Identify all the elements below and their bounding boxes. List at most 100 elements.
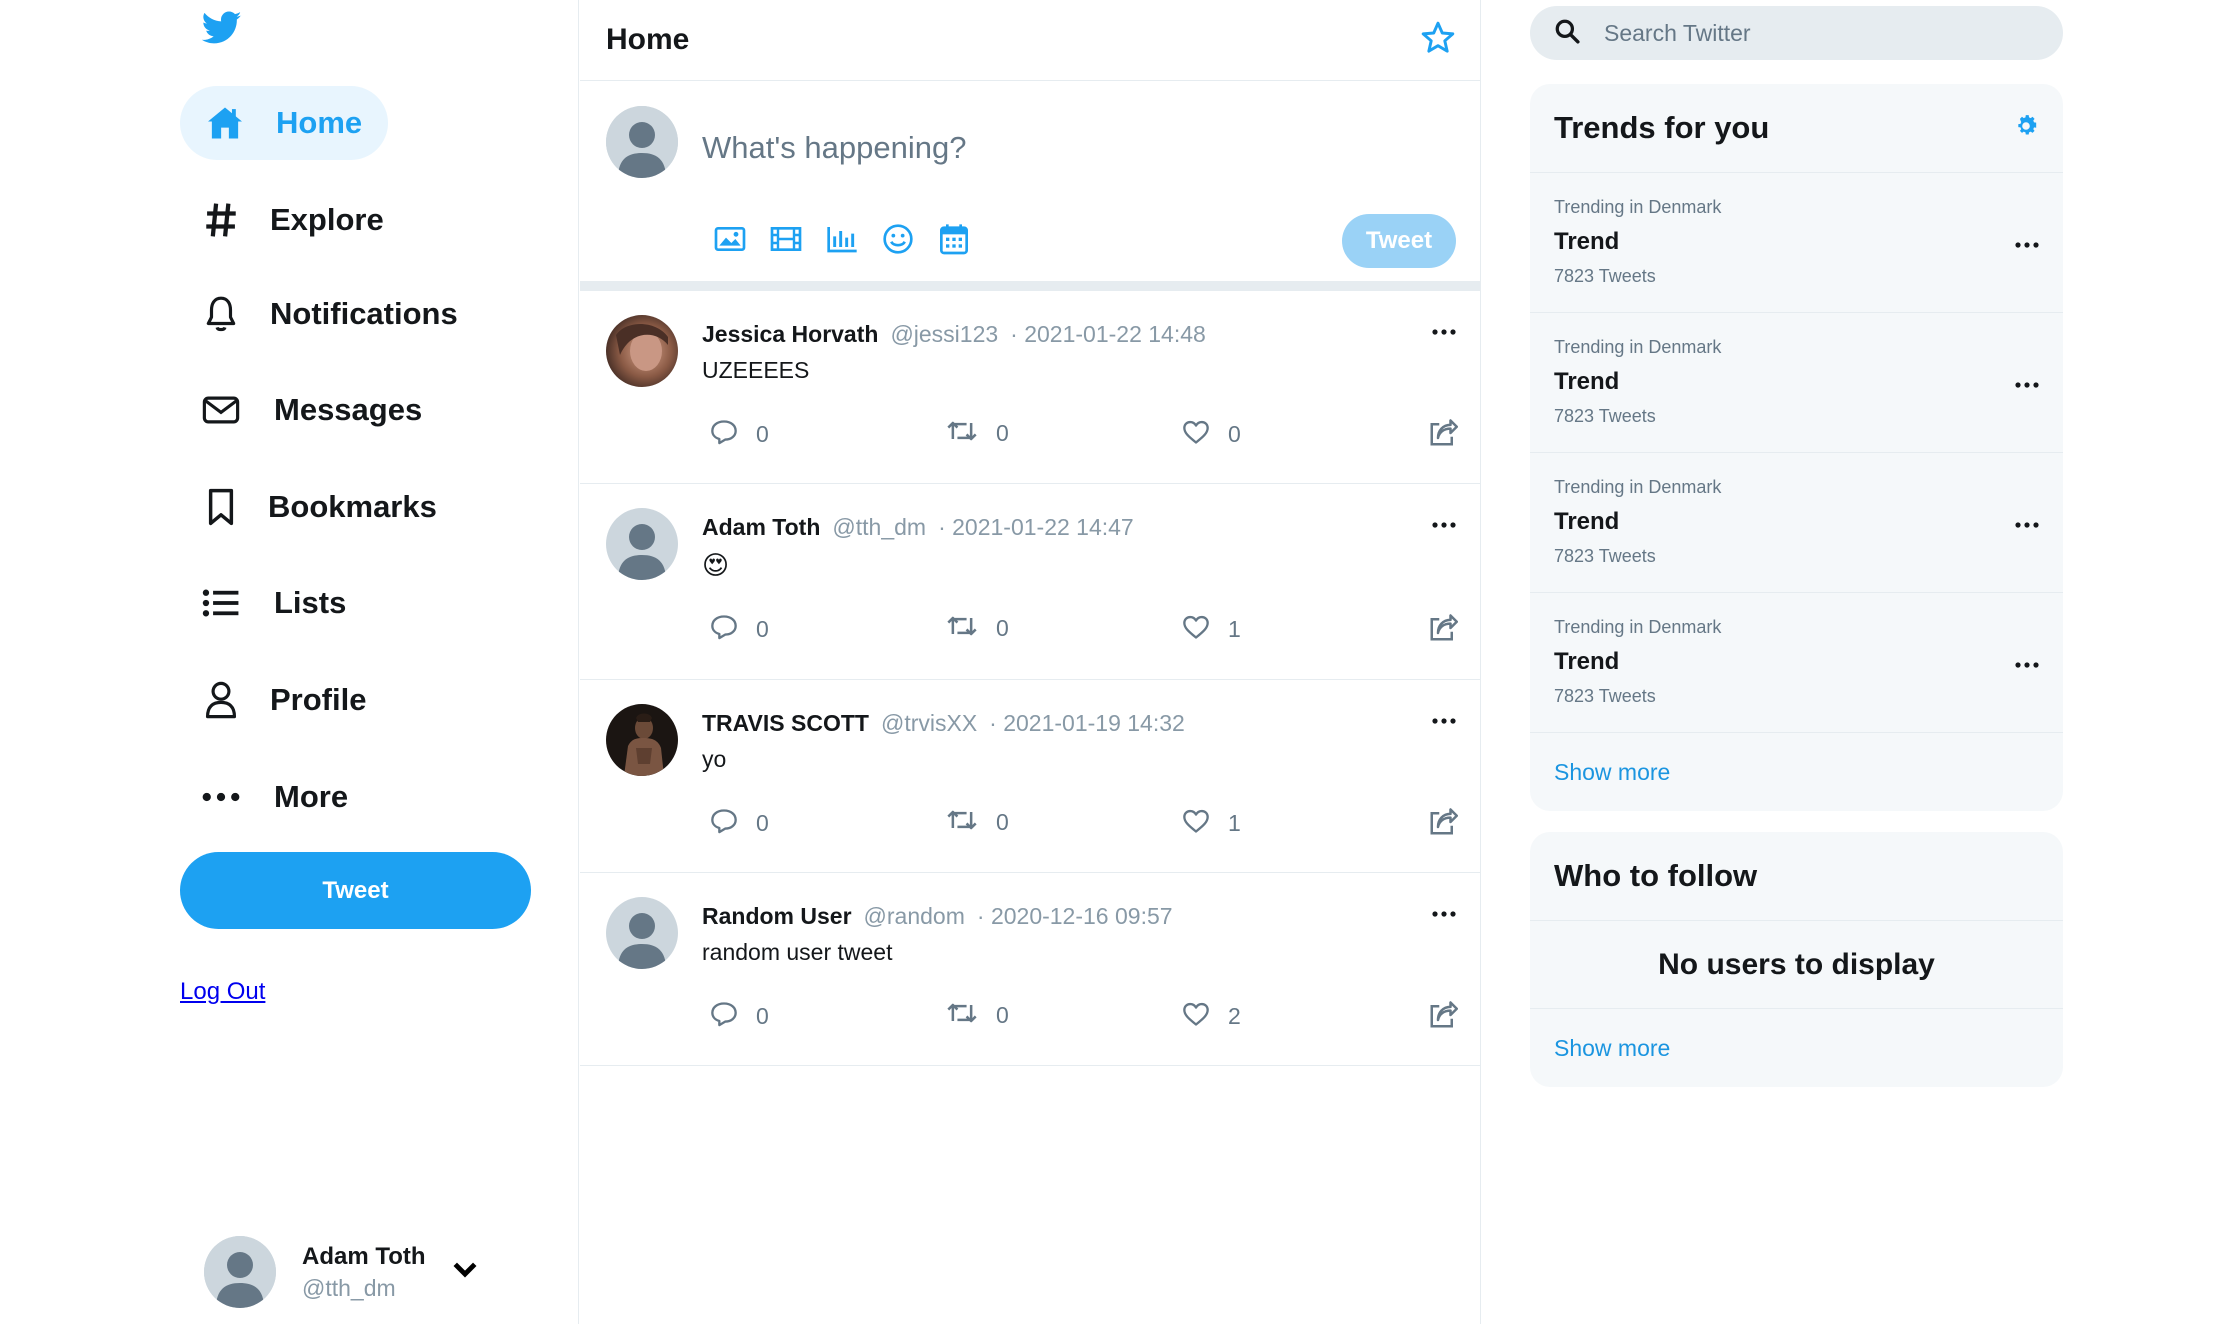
sidebar-item-messages[interactable]: Messages bbox=[180, 373, 448, 447]
logout-link[interactable]: Log Out bbox=[180, 978, 265, 1006]
reply-button[interactable]: 0 bbox=[710, 614, 769, 645]
tweet-item[interactable]: Random User @random · 2020-12-16 09:57 r… bbox=[580, 873, 1480, 1066]
heart-icon bbox=[1182, 419, 1210, 450]
tweet-author-handle[interactable]: @trvisXX bbox=[881, 710, 977, 737]
reply-button[interactable]: 0 bbox=[710, 808, 769, 839]
chevron-down-icon[interactable] bbox=[452, 1261, 478, 1284]
compose-tweet-button[interactable]: Tweet bbox=[1342, 214, 1456, 268]
more-options-icon[interactable] bbox=[1432, 323, 1456, 341]
like-button[interactable]: 0 bbox=[1182, 419, 1241, 450]
retweet-button[interactable]: 0 bbox=[946, 808, 1009, 837]
home-feed: Home What's happening? Tweet Jessica Hor… bbox=[580, 0, 1481, 1324]
share-button[interactable] bbox=[1428, 808, 1458, 841]
reply-icon bbox=[710, 419, 738, 450]
retweet-count: 0 bbox=[996, 809, 1009, 835]
tweet-header: Jessica Horvath @jessi123 · 2021-01-22 1… bbox=[702, 321, 1206, 348]
trend-item[interactable]: Trending in Denmark Trend 7823 Tweets bbox=[1530, 173, 2063, 313]
tweet-item[interactable]: TRAVIS SCOTT @trvisXX · 2021-01-19 14:32… bbox=[580, 680, 1480, 873]
schedule-calendar-icon[interactable] bbox=[938, 223, 970, 255]
tweet-text: 😍 bbox=[702, 550, 730, 580]
heart-icon bbox=[1182, 1001, 1210, 1032]
trend-title: Trend bbox=[1554, 648, 1620, 675]
more-options-icon[interactable] bbox=[2015, 236, 2039, 254]
like-count: 0 bbox=[1228, 421, 1241, 447]
tweet-item[interactable]: Jessica Horvath @jessi123 · 2021-01-22 1… bbox=[580, 291, 1480, 484]
poll-chart-icon[interactable] bbox=[826, 223, 858, 255]
image-icon[interactable] bbox=[714, 223, 746, 255]
avatar[interactable] bbox=[606, 315, 678, 387]
tweet-header: TRAVIS SCOTT @trvisXX · 2021-01-19 14:32 bbox=[702, 710, 1185, 737]
reply-icon bbox=[710, 1001, 738, 1032]
trend-item[interactable]: Trending in Denmark Trend 7823 Tweets bbox=[1530, 313, 2063, 453]
star-icon[interactable] bbox=[1420, 21, 1456, 60]
avatar[interactable] bbox=[606, 508, 678, 580]
account-switcher[interactable]: Adam Toth @tth_dm bbox=[204, 1234, 494, 1310]
trends-show-more-link[interactable]: Show more bbox=[1530, 733, 2063, 811]
retweet-icon bbox=[946, 1001, 978, 1030]
reply-button[interactable]: 0 bbox=[710, 1001, 769, 1032]
emoji-icon[interactable] bbox=[882, 223, 914, 255]
sidebar-item-profile[interactable]: Profile bbox=[180, 663, 392, 737]
sidebar-item-home[interactable]: Home bbox=[180, 86, 389, 160]
more-options-icon[interactable] bbox=[1432, 516, 1456, 534]
retweet-count: 0 bbox=[996, 1002, 1009, 1028]
retweet-button[interactable]: 0 bbox=[946, 614, 1009, 643]
avatar[interactable] bbox=[606, 704, 678, 776]
retweet-button[interactable]: 0 bbox=[946, 419, 1009, 448]
share-button[interactable] bbox=[1428, 419, 1458, 452]
sidebar-item-lists[interactable]: Lists bbox=[180, 566, 372, 640]
sidebar-tweet-button[interactable]: Tweet bbox=[180, 852, 531, 929]
more-options-icon[interactable] bbox=[1432, 905, 1456, 923]
tweet-item[interactable]: Adam Toth @tth_dm · 2021-01-22 14:47 😍 0… bbox=[580, 484, 1480, 680]
tweet-author-name[interactable]: Adam Toth bbox=[702, 514, 820, 541]
sidebar-item-bookmarks[interactable]: Bookmarks bbox=[180, 470, 463, 544]
avatar[interactable] bbox=[606, 897, 678, 969]
compose-input[interactable]: What's happening? bbox=[702, 130, 966, 166]
follow-show-more-link[interactable]: Show more bbox=[1530, 1009, 2063, 1087]
tweet-author-handle[interactable]: @jessi123 bbox=[890, 321, 998, 348]
account-name: Adam Toth bbox=[302, 1242, 426, 1270]
share-button[interactable] bbox=[1428, 1001, 1458, 1034]
sidebar-item-more[interactable]: More bbox=[180, 760, 374, 834]
reply-count: 0 bbox=[756, 616, 769, 642]
gear-icon[interactable] bbox=[2013, 113, 2039, 144]
search-input[interactable]: Search Twitter bbox=[1530, 6, 2063, 60]
more-options-icon[interactable] bbox=[1432, 712, 1456, 730]
like-button[interactable]: 2 bbox=[1182, 1001, 1241, 1032]
twitter-bird-icon[interactable] bbox=[201, 10, 242, 46]
page-title: Home bbox=[606, 23, 690, 56]
sidebar-item-notifications[interactable]: Notifications bbox=[180, 277, 484, 351]
who-to-follow-title: Who to follow bbox=[1554, 858, 1758, 893]
share-button[interactable] bbox=[1428, 614, 1458, 647]
retweet-button[interactable]: 0 bbox=[946, 1001, 1009, 1030]
like-button[interactable]: 1 bbox=[1182, 614, 1241, 645]
trend-item[interactable]: Trending in Denmark Trend 7823 Tweets bbox=[1530, 593, 2063, 733]
like-count: 1 bbox=[1228, 616, 1241, 642]
gif-film-icon[interactable] bbox=[770, 223, 802, 255]
reply-button[interactable]: 0 bbox=[710, 419, 769, 450]
tweet-author-handle[interactable]: @random bbox=[864, 903, 965, 930]
empty-state-message: No users to display bbox=[1530, 921, 2063, 1009]
sidebar-item-label: Explore bbox=[270, 202, 384, 237]
trend-count: 7823 Tweets bbox=[1554, 406, 1656, 426]
sidebar-item-label: Profile bbox=[270, 682, 367, 717]
feed-header: Home bbox=[580, 0, 1480, 81]
who-to-follow-header: Who to follow bbox=[1530, 832, 2063, 921]
tweet-author-name[interactable]: Jessica Horvath bbox=[702, 321, 878, 348]
tweet-actions: 0 0 1 bbox=[710, 808, 1466, 848]
tweet-author-name[interactable]: Random User bbox=[702, 903, 852, 930]
sidebar-item-explore[interactable]: Explore bbox=[180, 183, 410, 257]
tweet-author-name[interactable]: TRAVIS SCOTT bbox=[702, 710, 869, 737]
search-icon bbox=[1554, 18, 1580, 49]
more-options-icon[interactable] bbox=[2015, 656, 2039, 674]
more-options-icon[interactable] bbox=[2015, 376, 2039, 394]
trend-item[interactable]: Trending in Denmark Trend 7823 Tweets bbox=[1530, 453, 2063, 593]
trend-location: Trending in Denmark bbox=[1554, 337, 1722, 357]
tweet-author-handle[interactable]: @tth_dm bbox=[832, 514, 926, 541]
like-button[interactable]: 1 bbox=[1182, 808, 1241, 839]
more-options-icon[interactable] bbox=[2015, 516, 2039, 534]
tweet-header: Adam Toth @tth_dm · 2021-01-22 14:47 bbox=[702, 514, 1134, 541]
tweet-text: UZEEEES bbox=[702, 357, 810, 383]
share-icon bbox=[1428, 614, 1458, 647]
tweet-actions: 0 0 0 bbox=[710, 419, 1466, 459]
